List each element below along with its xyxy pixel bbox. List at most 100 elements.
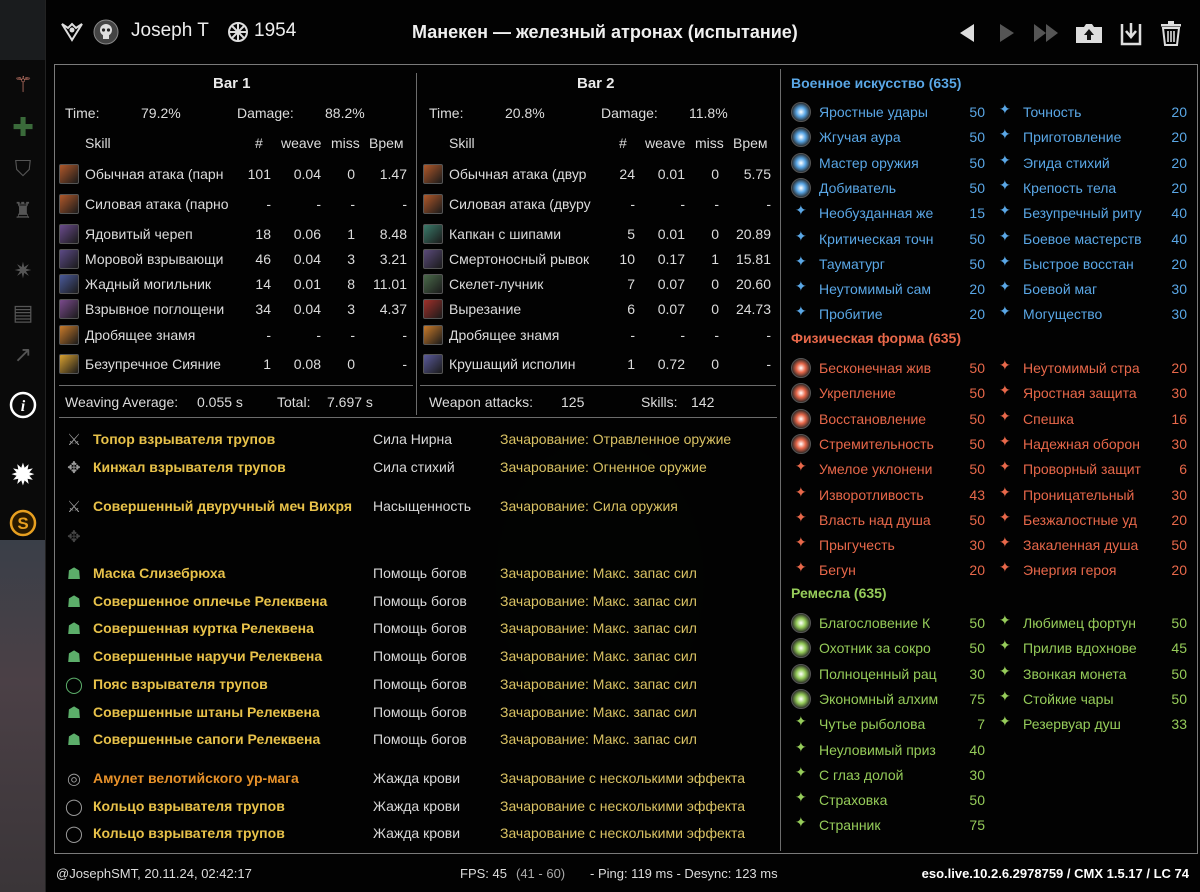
cp-star-row[interactable]: ✦ Чутье рыболова 7: [791, 712, 991, 736]
gear-row[interactable]: ☗ Маска Слизебрюха Помощь богов Зачарование…: [63, 562, 779, 586]
group-icon[interactable]: ♜: [8, 196, 38, 226]
gear-row[interactable]: ☗ Совершенные наручи Релеквена Помощь бого…: [63, 645, 779, 669]
graph-icon[interactable]: ↗: [8, 340, 38, 370]
cp-star-row[interactable]: Благословение К 50: [791, 611, 991, 635]
cp-star-row[interactable]: Бесконечная жив 50: [791, 356, 991, 380]
cp-star-row[interactable]: ✦ Необузданная же 15: [791, 201, 991, 225]
gear-row[interactable]: ☗ Совершенная куртка Релеквена Помощь бого…: [63, 617, 779, 641]
star-icon: ✦: [795, 814, 807, 831]
gear-name: Кольцо взрывателя трупов: [93, 798, 285, 814]
cp-star-row[interactable]: ✦ Тауматург 50: [791, 252, 991, 276]
cp-star-row[interactable]: ✦ Яростная защита 30: [995, 381, 1193, 405]
gear-row[interactable]: ◯ Кольцо взрывателя трупов Жажда крови Зача…: [63, 822, 779, 846]
cp-star-row[interactable]: ✦ Эгида стихий 20: [995, 151, 1193, 175]
upload-button[interactable]: [1074, 18, 1104, 48]
shield-icon[interactable]: ⛉: [8, 154, 38, 184]
cp-star-row[interactable]: ✦ Быстрое восстан 20: [995, 252, 1193, 276]
cp-star-row[interactable]: ✦ Проворный защит 6: [995, 457, 1193, 481]
cp-star-row[interactable]: ✦ Неуловимый приз 40: [791, 738, 991, 762]
slotted-star-icon: [791, 358, 811, 378]
cp-star-row[interactable]: ✦ Резервуар душ 33: [995, 712, 1193, 736]
gear-row[interactable]: ☗ Совершенное оплечье Релеквена Помощь бог…: [63, 590, 779, 614]
cp-star-row[interactable]: ✦ Безупречный риту 40: [995, 201, 1193, 225]
gear-row[interactable]: ✥ Кинжал взрывателя трупов Сила стихий Зача…: [63, 456, 779, 480]
cp-star-value: 50: [1171, 537, 1187, 554]
skill-miss: -: [350, 196, 355, 212]
gear-row[interactable]: ⚔ Топор взрывателя трупов Сила Нирна Зачаро…: [63, 428, 779, 452]
cp-star-row[interactable]: ✦ Бегун 20: [791, 558, 991, 582]
cp-star-row[interactable]: ✦ Могущество 30: [995, 302, 1193, 326]
cp-star-row[interactable]: Стремительность 50: [791, 432, 991, 456]
cp-star-row[interactable]: ✦ Критическая точн 50: [791, 227, 991, 251]
content-box: Bar 1 Time: 79.2% Damage: 88.2% Skill # weave mi…: [54, 64, 1198, 854]
gear-row[interactable]: ⚔ Совершенный двуручный меч Вихря Насыщенн…: [63, 495, 779, 519]
cp-star-value: 6: [1179, 461, 1187, 478]
gear-row[interactable]: ☗ Совершенные сапоги Релеквена Помощь бого…: [63, 728, 779, 752]
cp-star-row[interactable]: ✦ Энергия героя 20: [995, 558, 1193, 582]
cp-star-row[interactable]: ✦ Проницательный 30: [995, 483, 1193, 507]
cp-star-row[interactable]: ✦ Боевое мастерств 40: [995, 227, 1193, 251]
cp-star-row[interactable]: ✦ Звонкая монета 50: [995, 662, 1193, 686]
cp-star-row[interactable]: Яростные удары 50: [791, 100, 991, 124]
info-icon[interactable]: i: [8, 390, 38, 420]
cp-star-row[interactable]: ✦ Неутомимый стра 20: [995, 356, 1193, 380]
gear-name: Маска Слизебрюха: [93, 565, 226, 581]
cp-star-row[interactable]: Добиватель 50: [791, 176, 991, 200]
cp-star-row[interactable]: Укрепление 50: [791, 381, 991, 405]
heal-icon[interactable]: ✚: [8, 112, 38, 142]
cp-star-row[interactable]: ✦ Любимец фортун 50: [995, 611, 1193, 635]
cp-star-row[interactable]: Полноценный рац 30: [791, 662, 991, 686]
cp-star-row[interactable]: ✦ Закаленная душа 50: [995, 533, 1193, 557]
cp-star-row[interactable]: ✦ Странник 75: [791, 813, 991, 837]
next-button[interactable]: [992, 18, 1022, 48]
gear-trait: Помощь богов: [373, 565, 467, 581]
cp-star-row[interactable]: Мастер оружия 50: [791, 151, 991, 175]
skill-name: Ядовитый череп: [85, 226, 193, 242]
settings-icon[interactable]: ✹: [8, 459, 38, 492]
slotted-star-icon: [791, 688, 811, 709]
cp-star-row[interactable]: Восстановление 50: [791, 407, 991, 431]
prev-button[interactable]: [952, 18, 982, 48]
gear-row[interactable]: ◎ Амулет велотийского ур-мага Жажда крови З…: [63, 767, 779, 791]
download-button[interactable]: [1116, 18, 1146, 48]
cp-star-row[interactable]: Охотник за сокро 50: [791, 636, 991, 660]
cp-star-row[interactable]: ✦ Власть над душа 50: [791, 508, 991, 532]
cp-star-row[interactable]: ✦ Пробитие 20: [791, 302, 991, 326]
cp-star-row[interactable]: ✦ Надежная оборон 30: [995, 432, 1193, 456]
cp-star-value: 50: [969, 640, 985, 657]
skull-icon: [92, 18, 120, 46]
cp-star-row[interactable]: ✦ Прыгучесть 30: [791, 533, 991, 557]
currency-icon[interactable]: S: [8, 508, 38, 538]
spark-icon[interactable]: ✷: [8, 256, 38, 286]
cp-star-row[interactable]: ✦ Боевой маг 30: [995, 277, 1193, 301]
version-info: eso.live.10.2.6.2978759 / CMX 1.5.17 / L…: [921, 866, 1189, 881]
cp-star-row[interactable]: ✦ Изворотливость 43: [791, 483, 991, 507]
slotted-star-icon: [791, 152, 811, 173]
bar2-col-time: Врем: [733, 135, 768, 151]
last-button[interactable]: [1032, 18, 1062, 48]
cp-star-row[interactable]: ✦ Спешка 16: [995, 407, 1193, 431]
cp-star-row[interactable]: ✦ Страховка 50: [791, 788, 991, 812]
cp-star-row[interactable]: ✦ Точность 20: [995, 100, 1193, 124]
scroll-icon[interactable]: ▤: [8, 298, 38, 328]
gear-row[interactable]: ◯ Пояс взрывателя трупов Помощь богов Зачар…: [63, 673, 779, 697]
cp-star-row[interactable]: ✦ Крепость тела 20: [995, 176, 1193, 200]
cp-star-row[interactable]: Жгучая аура 50: [791, 125, 991, 149]
cp-star-row[interactable]: ✦ Неутомимый сам 20: [791, 277, 991, 301]
cp-star-row[interactable]: Экономный алхим 75: [791, 687, 991, 711]
cp-star-row[interactable]: ✦ Стойкие чары 50: [995, 687, 1193, 711]
star-icon: ✦: [795, 227, 807, 244]
cp-star-row[interactable]: ✦ С глаз долой 30: [791, 763, 991, 787]
gear-name: Совершенные штаны Релеквена: [93, 704, 320, 720]
slotted-star-icon: [791, 102, 811, 122]
cp-star-row[interactable]: ✦ Приготовление 20: [995, 125, 1193, 149]
cp-star-row[interactable]: ✦ Прилив вдохнове 45: [995, 636, 1193, 660]
axe-icon[interactable]: ⚚: [8, 70, 38, 100]
cp-star-row[interactable]: ✦ Безжалостные уд 20: [995, 508, 1193, 532]
gear-row[interactable]: ☗ Совершенные штаны Релеквена Помощь богов…: [63, 701, 779, 725]
gear-row[interactable]: ◯ Кольцо взрывателя трупов Жажда крови Зача…: [63, 795, 779, 819]
cp-star-row[interactable]: ✦ Умелое уклонени 50: [791, 457, 991, 481]
fps-readout: FPS: 45: [460, 866, 507, 881]
slotted-star-icon: [791, 127, 811, 148]
trash-button[interactable]: [1156, 18, 1186, 48]
